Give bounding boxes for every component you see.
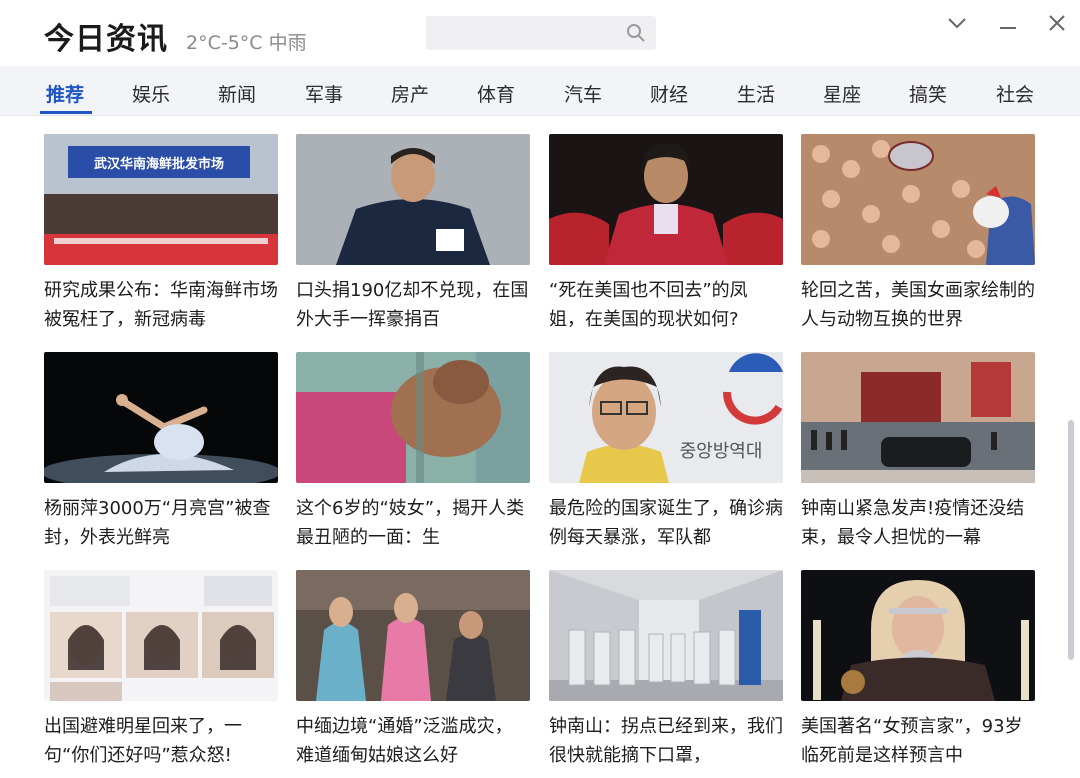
app-logo: 今日资讯 [44, 22, 168, 57]
article-title[interactable]: 这个6岁的“妓女”，揭开人类最丑陋的一面：生 [296, 494, 530, 552]
article-card[interactable]: “死在美国也不回去”的凤姐，在美国的现状如何? [549, 134, 783, 334]
tab-recommend[interactable]: 推荐 [46, 80, 84, 107]
article-card[interactable]: 这个6岁的“妓女”，揭开人类最丑陋的一面：生 [296, 352, 530, 552]
tab-sports[interactable]: 体育 [477, 80, 515, 107]
article-thumbnail[interactable] [296, 134, 530, 265]
article-card[interactable]: 중앙방역대 最危险的国家诞生了，确诊病例每天暴涨，军队都 [549, 352, 783, 552]
article-card[interactable]: 美国著名“女预言家”，93岁临死前是这样预言中 [801, 570, 1035, 770]
article-card[interactable]: 中缅边境“通婚”泛滥成灾，难道缅甸姑娘这么好 [296, 570, 530, 770]
article-thumbnail[interactable] [44, 570, 278, 701]
tab-news[interactable]: 新闻 [218, 80, 256, 107]
article-title[interactable]: 轮回之苦，美国女画家绘制的人与动物互换的世界 [801, 276, 1035, 334]
article-thumbnail[interactable] [801, 134, 1035, 265]
article-title[interactable]: 美国著名“女预言家”，93岁临死前是这样预言中 [801, 712, 1035, 770]
active-tab-indicator [40, 111, 92, 114]
article-title[interactable]: 钟南山：拐点已经到来，我们很快就能摘下口罩， [549, 712, 783, 770]
article-card[interactable]: 轮回之苦，美国女画家绘制的人与动物互换的世界 [801, 134, 1035, 334]
tab-real-estate[interactable]: 房产 [391, 80, 429, 107]
article-card[interactable]: 钟南山紧急发声!疫情还没结束，最令人担忧的一幕 [801, 352, 1035, 552]
article-title[interactable]: 口头捐190亿却不兑现，在国外大手一挥豪捐百 [296, 276, 530, 334]
close-icon[interactable] [1044, 10, 1070, 36]
search-input[interactable] [426, 16, 656, 50]
article-card[interactable]: 口头捐190亿却不兑现，在国外大手一挥豪捐百 [296, 134, 530, 334]
tab-entertainment[interactable]: 娱乐 [132, 80, 170, 107]
article-thumbnail[interactable]: 중앙방역대 [549, 352, 783, 483]
article-title[interactable]: 研究成果公布：华南海鲜市场被冤枉了，新冠病毒 [44, 276, 278, 334]
article-card[interactable]: 出国避难明星回来了，一句“你们还好吗”惹众怒! [44, 570, 278, 770]
category-tabs: 推荐 娱乐 新闻 军事 房产 体育 汽车 财经 生活 星座 搞笑 社会 [0, 66, 1080, 116]
article-thumbnail[interactable] [549, 570, 783, 701]
article-title[interactable]: 杨丽萍3000万“月亮宫”被查封，外表光鲜亮 [44, 494, 278, 552]
tab-society[interactable]: 社会 [996, 80, 1034, 107]
article-title[interactable]: 最危险的国家诞生了，确诊病例每天暴涨，军队都 [549, 494, 783, 552]
article-thumbnail[interactable]: 武汉华南海鲜批发市场 [44, 134, 278, 265]
title-bar: 今日资讯 2°C-5°C 中雨 [0, 0, 1080, 66]
tab-funny[interactable]: 搞笑 [909, 80, 947, 107]
article-title[interactable]: 钟南山紧急发声!疫情还没结束，最令人担忧的一幕 [801, 494, 1035, 552]
weather-info[interactable]: 2°C-5°C 中雨 [186, 28, 307, 55]
article-thumbnail[interactable] [44, 352, 278, 483]
search-icon[interactable] [626, 23, 646, 43]
tab-finance[interactable]: 财经 [650, 80, 688, 107]
article-title[interactable]: 出国避难明星回来了，一句“你们还好吗”惹众怒! [44, 712, 278, 770]
tab-auto[interactable]: 汽车 [564, 80, 602, 107]
article-card[interactable]: 钟南山：拐点已经到来，我们很快就能摘下口罩， [549, 570, 783, 770]
tab-horoscope[interactable]: 星座 [823, 80, 861, 107]
minimize-icon[interactable] [995, 10, 1021, 36]
article-thumbnail[interactable] [549, 134, 783, 265]
article-title[interactable]: “死在美国也不回去”的凤姐，在美国的现状如何? [549, 276, 783, 334]
market-sign-text: 武汉华南海鲜批发市场 [94, 156, 224, 172]
tab-life[interactable]: 生活 [737, 80, 775, 107]
article-thumbnail[interactable] [801, 352, 1035, 483]
article-thumbnail[interactable] [801, 570, 1035, 701]
article-card[interactable]: 杨丽萍3000万“月亮宫”被查封，外表光鲜亮 [44, 352, 278, 552]
korean-sign-text: 중앙방역대 [680, 441, 763, 462]
article-card[interactable]: 武汉华南海鲜批发市场 研究成果公布：华南海鲜市场被冤枉了，新冠病毒 [44, 134, 278, 334]
article-thumbnail[interactable] [296, 570, 530, 701]
vertical-scrollbar[interactable] [1068, 420, 1074, 660]
article-thumbnail[interactable] [296, 352, 530, 483]
chevron-down-icon[interactable] [944, 10, 970, 36]
article-title[interactable]: 中缅边境“通婚”泛滥成灾，难道缅甸姑娘这么好 [296, 712, 530, 770]
tab-military[interactable]: 军事 [305, 80, 343, 107]
